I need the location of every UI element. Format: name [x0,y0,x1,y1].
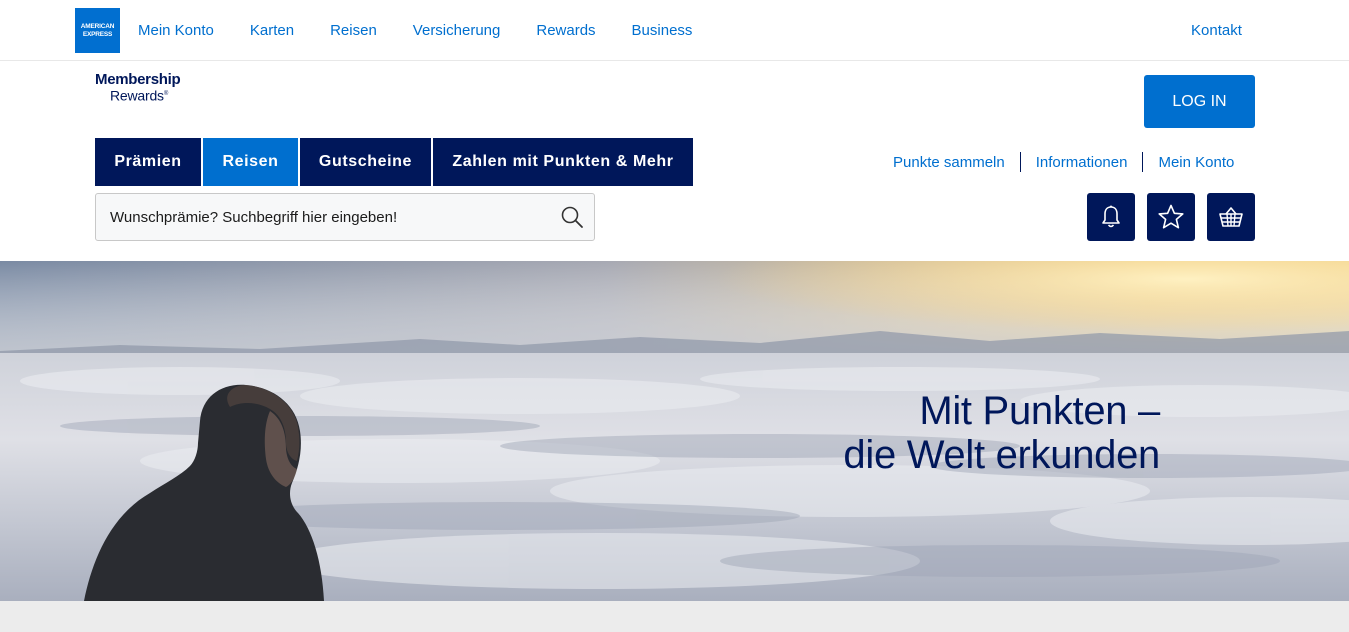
amex-logo[interactable]: AMERICAN EXPRESS [75,8,120,53]
amex-logo-line1: AMERICAN [80,23,115,30]
link-informationen[interactable]: Informationen [1036,154,1128,171]
hero-title: Mit Punkten – die Welt erkunden [760,389,1160,477]
global-nav-karten[interactable]: Karten [250,22,294,39]
favorites-button[interactable] [1147,193,1195,241]
mr-logo-line2: Rewards® [95,87,180,103]
global-nav-business[interactable]: Business [632,22,693,39]
content-divider-band [0,601,1349,632]
global-nav-mein-konto[interactable]: Mein Konto [138,22,214,39]
membership-rewards-logo[interactable]: Membership Rewards® [95,71,181,103]
basket-icon [1219,207,1243,227]
search-icon[interactable] [560,205,584,229]
secondary-links: Punkte sammeln Informationen Mein Konto [893,152,1234,172]
global-nav-reisen[interactable]: Reisen [330,22,377,39]
bell-icon [1102,205,1120,228]
link-punkte-sammeln[interactable]: Punkte sammeln [893,154,1005,171]
tab-praemien[interactable]: Prämien [95,138,201,186]
amex-logo-line2: EXPRESS [82,31,113,38]
category-nav: Prämien Reisen Gutscheine Zahlen mit Pun… [95,138,695,186]
hero-title-line1: Mit Punkten – [919,389,1160,433]
contact-link[interactable]: Kontakt [1191,22,1242,39]
link-mein-konto[interactable]: Mein Konto [1158,154,1234,171]
link-divider [1142,152,1144,172]
tab-zahlen-mit-punkten[interactable]: Zahlen mit Punkten & Mehr [433,138,693,186]
global-nav: Mein Konto Karten Reisen Versicherung Re… [138,0,728,61]
mr-logo-line2-text: Rewards [110,87,164,104]
mr-logo-line1: Membership [95,71,181,88]
basket-button[interactable] [1207,193,1255,241]
star-icon [1158,204,1184,229]
notifications-button[interactable] [1087,193,1135,241]
registered-mark: ® [163,91,169,97]
top-bar: AMERICAN EXPRESS Mein Konto Karten Reise… [0,0,1349,61]
tab-gutscheine[interactable]: Gutscheine [300,138,431,186]
login-button[interactable]: LOG IN [1144,75,1255,128]
hero-banner: Mit Punkten – die Welt erkunden [0,261,1349,601]
global-nav-rewards[interactable]: Rewards [536,22,595,39]
tab-reisen[interactable]: Reisen [203,138,298,186]
search-box [95,193,595,241]
hero-title-line2: die Welt erkunden [843,433,1160,477]
search-input[interactable] [96,194,546,240]
global-nav-versicherung[interactable]: Versicherung [413,22,501,39]
link-divider [1019,152,1021,172]
